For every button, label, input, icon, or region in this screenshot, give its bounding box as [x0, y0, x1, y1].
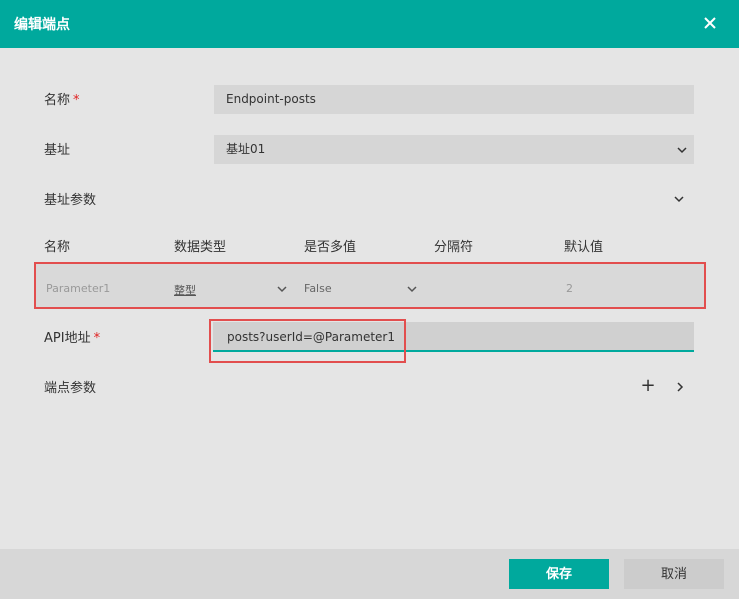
- dialog-title: 编辑端点: [14, 17, 70, 33]
- base-select-value: 基址01: [226, 142, 266, 156]
- endpoint-params-label: 端点参数: [44, 381, 97, 396]
- param-default-cell[interactable]: 2: [566, 282, 573, 295]
- column-header-separator: 分隔符: [434, 240, 474, 255]
- save-button[interactable]: 保存: [509, 559, 609, 589]
- cancel-button[interactable]: 取消: [624, 559, 724, 589]
- param-multi-select[interactable]: False: [304, 282, 332, 295]
- param-multi-chevron-down-icon[interactable]: [406, 283, 418, 295]
- endpoint-params-chevron-right-icon[interactable]: [674, 381, 686, 393]
- column-header-name: 名称: [44, 240, 71, 255]
- param-type-select[interactable]: 整型: [174, 282, 196, 298]
- name-input[interactable]: Endpoint-posts: [214, 85, 694, 114]
- param-type-chevron-down-icon[interactable]: [276, 283, 288, 295]
- api-label: API地址 *: [44, 331, 101, 346]
- base-label: 基址: [44, 143, 71, 158]
- column-header-multi: 是否多值: [304, 240, 357, 255]
- api-highlight-box: [209, 319, 406, 363]
- base-chevron-down-icon[interactable]: [676, 144, 688, 156]
- base-params-label: 基址参数: [44, 193, 97, 208]
- base-params-expand-icon[interactable]: [673, 193, 685, 205]
- dialog-titlebar: 编辑端点: [0, 0, 739, 48]
- param-row: Parameter1 整型 False 2: [34, 262, 706, 309]
- required-mark: *: [93, 331, 101, 346]
- column-header-default: 默认值: [564, 240, 604, 255]
- param-name-cell[interactable]: Parameter1: [46, 282, 110, 295]
- base-select[interactable]: 基址01: [214, 135, 694, 164]
- name-label: 名称 *: [44, 93, 80, 108]
- close-icon[interactable]: [699, 12, 721, 34]
- column-header-type: 数据类型: [174, 240, 227, 255]
- add-endpoint-param-icon[interactable]: +: [640, 376, 656, 396]
- required-mark: *: [73, 93, 80, 108]
